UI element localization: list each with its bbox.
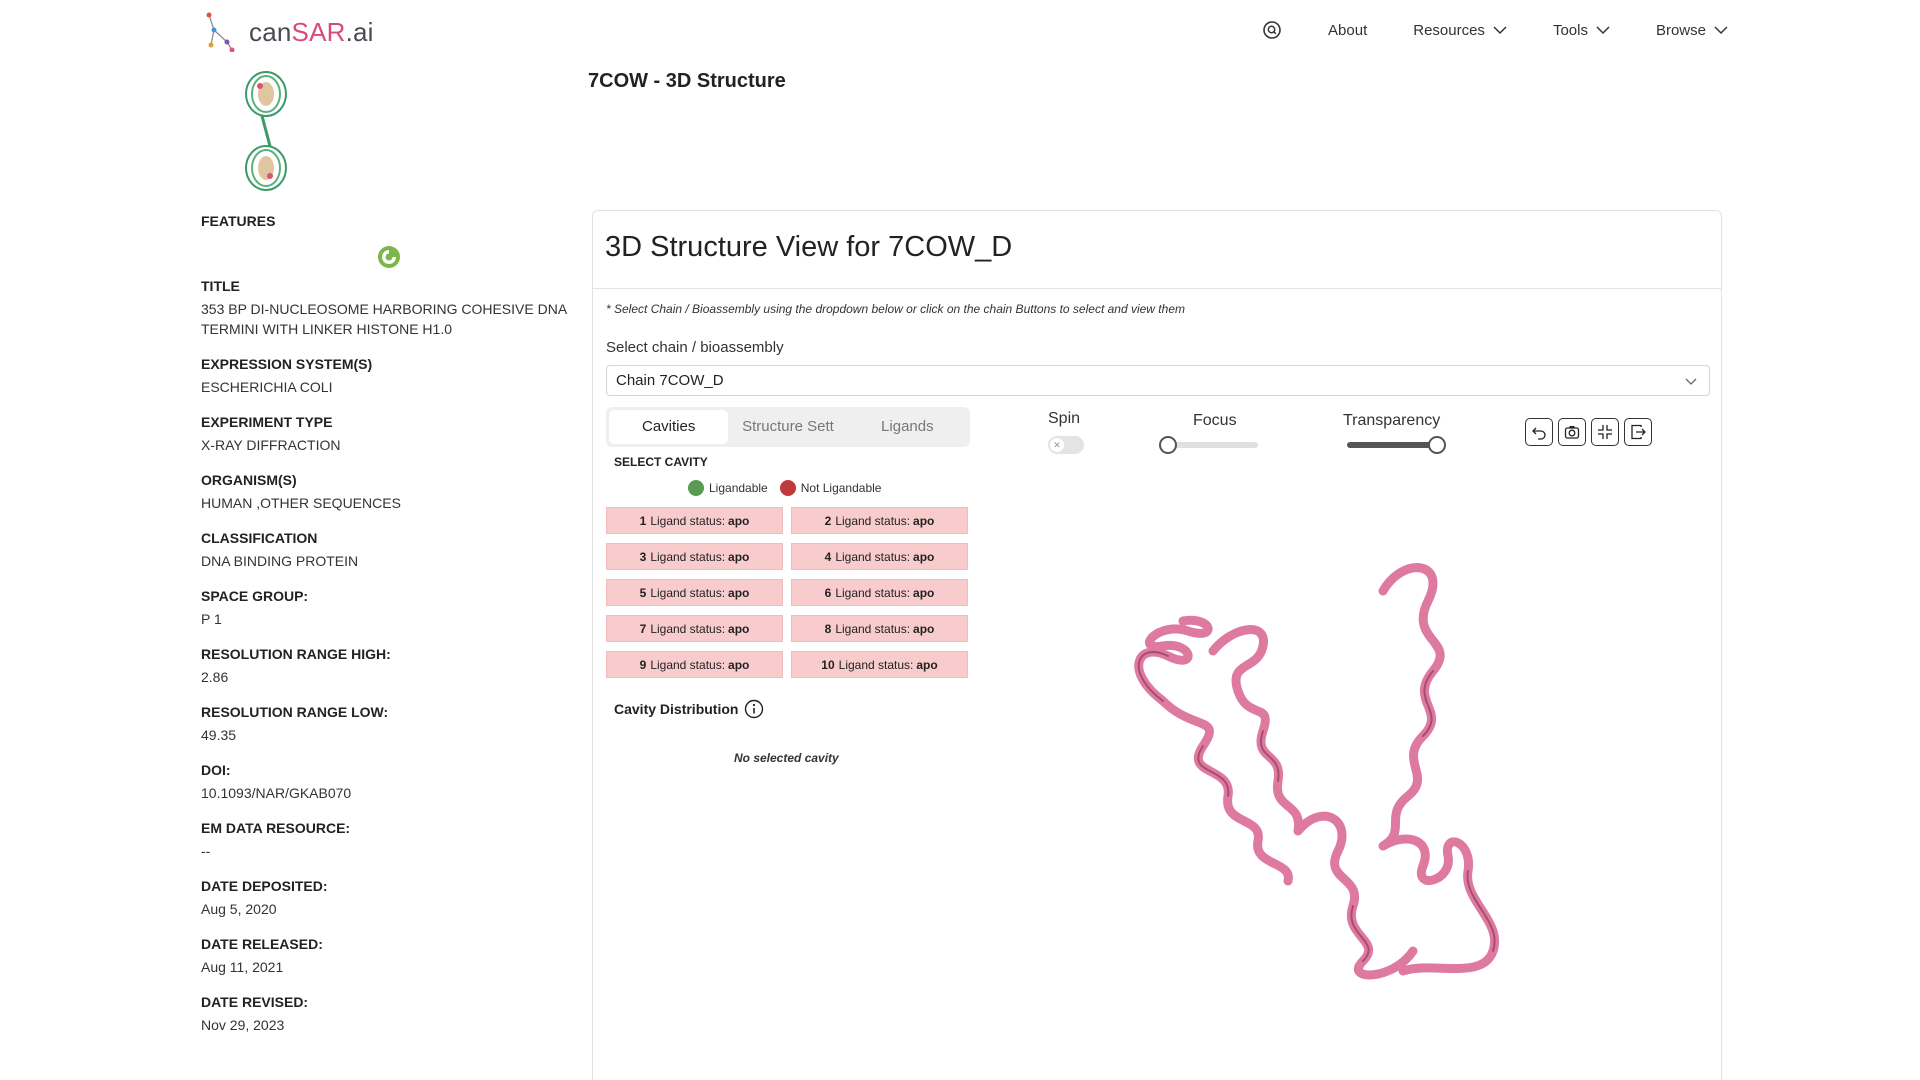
cavity-button[interactable]: 1 Ligand status: apo [606, 507, 783, 534]
tab-structure-settings[interactable]: Structure Sett [728, 410, 847, 444]
nav-about-label: About [1328, 21, 1368, 39]
not-ligandable-dot-icon [779, 480, 796, 496]
nav-browse-label: Browse [1655, 21, 1706, 39]
transparency-label: Transparency [1343, 412, 1441, 429]
meta-expression-system: EXPRESSION SYSTEM(S) ESCHERICHIA COLI [201, 356, 373, 395]
focus-slider[interactable] [1159, 436, 1258, 454]
nav-resources-label: Resources [1413, 21, 1485, 39]
protein-ribbon-shade [1137, 651, 1496, 962]
cavity-button[interactable]: 3 Ligand status: apo [606, 543, 783, 570]
features-logo-icon[interactable] [377, 245, 401, 269]
viewer-toolbar [1525, 418, 1652, 446]
chain-select-label: Select chain / bioassembly [606, 339, 784, 356]
selection-hint: * Select Chain / Bioassembly using the d… [606, 302, 1185, 316]
collapse-icon [1598, 425, 1612, 439]
meta-date-released: DATE RELEASED: Aug 11, 2021 [201, 936, 323, 975]
meta-resolution-high: RESOLUTION RANGE HIGH: 2.86 [201, 646, 391, 685]
logo-text: canSAR.ai [249, 16, 374, 47]
panel-divider [593, 288, 1721, 289]
cavity-button[interactable]: 6 Ligand status: apo [791, 579, 968, 606]
no-selected-cavity-text: No selected cavity [734, 751, 839, 765]
panel-tabs: Cavities Structure Sett Ligands [606, 407, 970, 447]
cavity-button[interactable]: 10 Ligand status: apo [791, 651, 968, 678]
screenshot-button[interactable] [1558, 418, 1586, 446]
chain-select-value: Chain 7COW_D [616, 372, 724, 389]
cavity-legend: Ligandable Not Ligandable [688, 480, 881, 496]
top-navbar: canSAR.ai About Resources Tools Browse [0, 0, 1920, 64]
meta-experiment-type: EXPERIMENT TYPE X-RAY DIFFRACTION [201, 414, 341, 453]
meta-organisms: ORGANISM(S) HUMAN ,OTHER SEQUENCES [201, 472, 401, 511]
toggle-off-icon: ✕ [1050, 438, 1064, 452]
undo-icon [1532, 427, 1546, 440]
legend-not-ligandable: Not Ligandable [779, 480, 881, 496]
search-icon [1263, 21, 1281, 39]
cavity-button[interactable]: 9 Ligand status: apo [606, 651, 783, 678]
select-cavity-title: SELECT CAVITY [614, 455, 708, 469]
export-icon [1631, 424, 1646, 440]
page-title: 7COW - 3D Structure [588, 70, 786, 92]
cavity-button[interactable]: 4 Ligand status: apo [791, 543, 968, 570]
transparency-slider-fill [1347, 442, 1437, 448]
features-title: FEATURES [201, 213, 276, 229]
meta-date-deposited: DATE DEPOSITED: Aug 5, 2020 [201, 878, 328, 917]
tab-ligands[interactable]: Ligands [848, 410, 967, 444]
protein-ribbon [1134, 563, 1500, 980]
meta-resolution-low: RESOLUTION RANGE LOW: 49.35 [201, 704, 389, 743]
nav-tools[interactable]: Tools [1553, 22, 1610, 39]
meta-date-revised: DATE REVISED: Nov 29, 2023 [201, 994, 309, 1033]
meta-space-group: SPACE GROUP: P 1 [201, 588, 309, 627]
chain-select-dropdown[interactable]: Chain 7COW_D [606, 365, 1710, 396]
cavity-button[interactable]: 8 Ligand status: apo [791, 615, 968, 642]
spin-toggle[interactable]: ✕ [1048, 436, 1084, 454]
transparency-slider-thumb[interactable] [1428, 436, 1446, 454]
focus-label: Focus [1193, 412, 1237, 429]
nav-tools-label: Tools [1552, 21, 1588, 39]
spin-label: Spin [1048, 410, 1081, 427]
ligandable-dot-icon [688, 480, 704, 496]
cavity-button[interactable]: 5 Ligand status: apo [606, 579, 783, 606]
meta-doi: DOI: 10.1093/NAR/GKAB070 [201, 762, 352, 801]
focus-slider-thumb[interactable] [1159, 436, 1177, 454]
structure-thumbnail [245, 71, 287, 191]
nav-resources[interactable]: Resources [1413, 22, 1507, 39]
reset-view-button[interactable] [1525, 418, 1553, 446]
cavity-button[interactable]: 2 Ligand status: apo [791, 507, 968, 534]
meta-classification: CLASSIFICATION DNA BINDING PROTEIN [201, 530, 359, 569]
camera-icon [1564, 426, 1580, 439]
chevron-down-icon [1596, 26, 1610, 35]
export-button[interactable] [1624, 418, 1652, 446]
cansar-logo[interactable]: canSAR.ai [205, 12, 374, 52]
3d-structure-viewer[interactable] [1063, 531, 1563, 1011]
cavity-distribution-title: Cavity Distribution [614, 699, 764, 719]
tab-cavities[interactable]: Cavities [609, 410, 729, 444]
cavity-button[interactable]: 7 Ligand status: apo [606, 615, 783, 642]
meta-em-data-resource: EM DATA RESOURCE: -- [201, 820, 351, 859]
cavity-grid: 1 Ligand status: apo 2 Ligand status: apo 3L… [606, 507, 970, 678]
nav-browse[interactable]: Browse [1656, 22, 1728, 39]
info-icon[interactable] [744, 699, 764, 719]
chevron-down-icon [1714, 26, 1728, 35]
nav-search[interactable] [1262, 20, 1282, 40]
structure-view-panel: 3D Structure View for 7COW_D * Select Ch… [592, 210, 1722, 1080]
meta-title: TITLE 353 BP DI-NUCLEOSOME HARBORING COH… [201, 278, 567, 337]
legend-ligandable: Ligandable [688, 480, 768, 496]
exit-fullscreen-button[interactable] [1591, 418, 1619, 446]
transparency-slider[interactable] [1347, 436, 1446, 454]
main-nav: About Resources Tools Browse [1262, 20, 1728, 40]
chevron-down-icon [1685, 378, 1697, 385]
panel-title: 3D Structure View for 7COW_D [605, 231, 1013, 263]
structure-metadata: TITLE 353 BP DI-NUCLEOSOME HARBORING COH… [201, 278, 591, 1052]
chevron-down-icon [1493, 26, 1507, 35]
nav-about[interactable]: About [1328, 22, 1367, 39]
logo-mark-icon [206, 12, 235, 52]
